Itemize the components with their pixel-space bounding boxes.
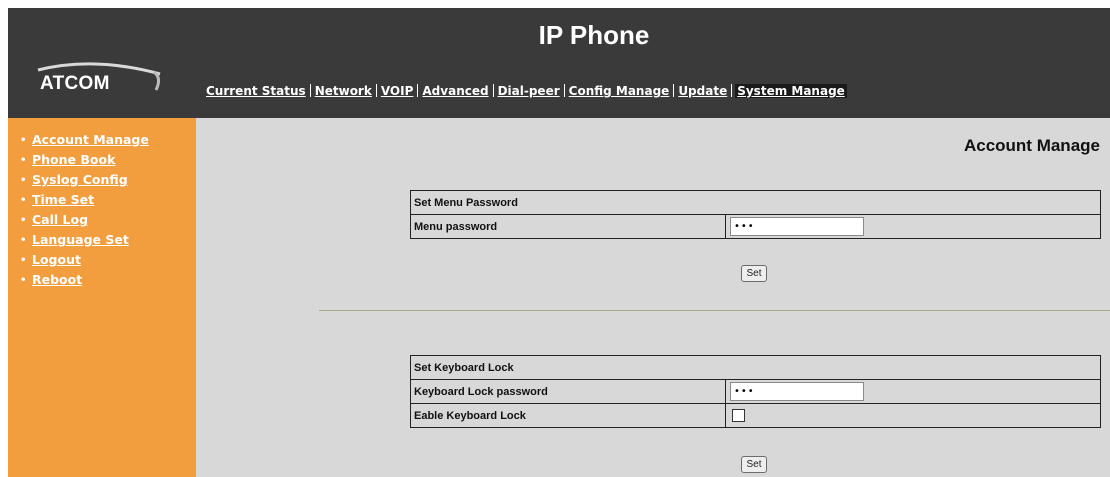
sidebar: • Account Manage • Phone Book • Syslog Conf… (8, 118, 196, 477)
bullet-icon: • (20, 155, 27, 166)
enable-keyboard-lock-checkbox[interactable] (732, 409, 745, 422)
sidebar-item-call-log[interactable]: • Call Log (20, 210, 196, 230)
tab-current-status[interactable]: Current Status (205, 84, 307, 98)
nav-divider (673, 84, 675, 97)
nav-divider (492, 84, 494, 97)
sidebar-item-logout[interactable]: • Logout (20, 250, 196, 270)
menu-password-input[interactable] (730, 217, 864, 236)
bullet-icon: • (20, 195, 27, 206)
tab-config-manage[interactable]: Config Manage (568, 84, 671, 98)
nav-divider (375, 84, 377, 97)
menu-password-table: Set Menu Password Menu password (410, 190, 1101, 239)
bullet-icon: • (20, 215, 27, 226)
sidebar-item-label: Language Set (32, 232, 129, 247)
menu-password-label: Menu password (410, 214, 726, 239)
keyboard-lock-password-label: Keyboard Lock password (410, 379, 726, 404)
enable-keyboard-lock-cell (725, 403, 1101, 428)
tab-advanced[interactable]: Advanced (421, 84, 489, 98)
sidebar-item-label: Reboot (32, 272, 83, 287)
nav-divider (731, 84, 733, 97)
section-divider (319, 310, 1110, 311)
app-window: ATCOM IP Phone Current Status Network VOIP… (8, 8, 1110, 477)
app-title: IP Phone (538, 20, 650, 50)
keyboard-lock-set-button[interactable]: Set (741, 456, 767, 473)
tab-network[interactable]: Network (314, 84, 373, 98)
sidebar-item-label: Phone Book (32, 152, 116, 167)
bullet-icon: • (20, 135, 27, 146)
sidebar-item-reboot[interactable]: • Reboot (20, 270, 196, 290)
bullet-icon: • (20, 235, 27, 246)
atcom-logo: ATCOM (34, 62, 164, 100)
page-title: Account Manage (963, 136, 1100, 155)
sidebar-item-label: Syslog Config (32, 172, 128, 187)
tab-system-manage[interactable]: System Manage (735, 84, 847, 98)
top-navigation: Current Status Network VOIP Advanced Dial-pe… (205, 84, 847, 98)
sidebar-item-syslog-config[interactable]: • Syslog Config (20, 170, 196, 190)
sidebar-item-phone-book[interactable]: • Phone Book (20, 150, 196, 170)
tab-voip[interactable]: VOIP (380, 84, 415, 98)
bullet-icon: • (20, 175, 27, 186)
logo-text: ATCOM (40, 73, 110, 94)
sidebar-item-label: Account Manage (32, 132, 149, 147)
menu-password-set-button[interactable]: Set (741, 265, 767, 282)
sidebar-item-time-set[interactable]: • Time Set (20, 190, 196, 210)
tab-update[interactable]: Update (677, 84, 728, 98)
bullet-icon: • (20, 255, 27, 266)
menu-password-heading: Set Menu Password (410, 190, 1101, 215)
sidebar-item-account-manage[interactable]: • Account Manage (20, 130, 196, 150)
sidebar-item-label: Call Log (32, 212, 89, 227)
keyboard-lock-password-input[interactable] (730, 382, 864, 401)
menu-password-cell (725, 214, 1101, 239)
keyboard-lock-table: Set Keyboard Lock Keyboard Lock password… (410, 355, 1101, 428)
sidebar-item-label: Logout (32, 252, 81, 267)
enable-keyboard-lock-label: Eable Keyboard Lock (410, 403, 726, 428)
nav-divider (309, 84, 311, 97)
nav-divider (563, 84, 565, 97)
nav-divider (417, 84, 419, 97)
keyboard-lock-password-cell (725, 379, 1101, 404)
header-bar: ATCOM IP Phone Current Status Network VOIP… (8, 8, 1110, 118)
tab-dial-peer[interactable]: Dial-peer (497, 84, 561, 98)
sidebar-item-language-set[interactable]: • Language Set (20, 230, 196, 250)
keyboard-lock-heading: Set Keyboard Lock (410, 355, 1101, 380)
bullet-icon: • (20, 275, 27, 286)
sidebar-item-label: Time Set (32, 192, 95, 207)
sidebar-menu: • Account Manage • Phone Book • Syslog Conf… (8, 118, 196, 290)
